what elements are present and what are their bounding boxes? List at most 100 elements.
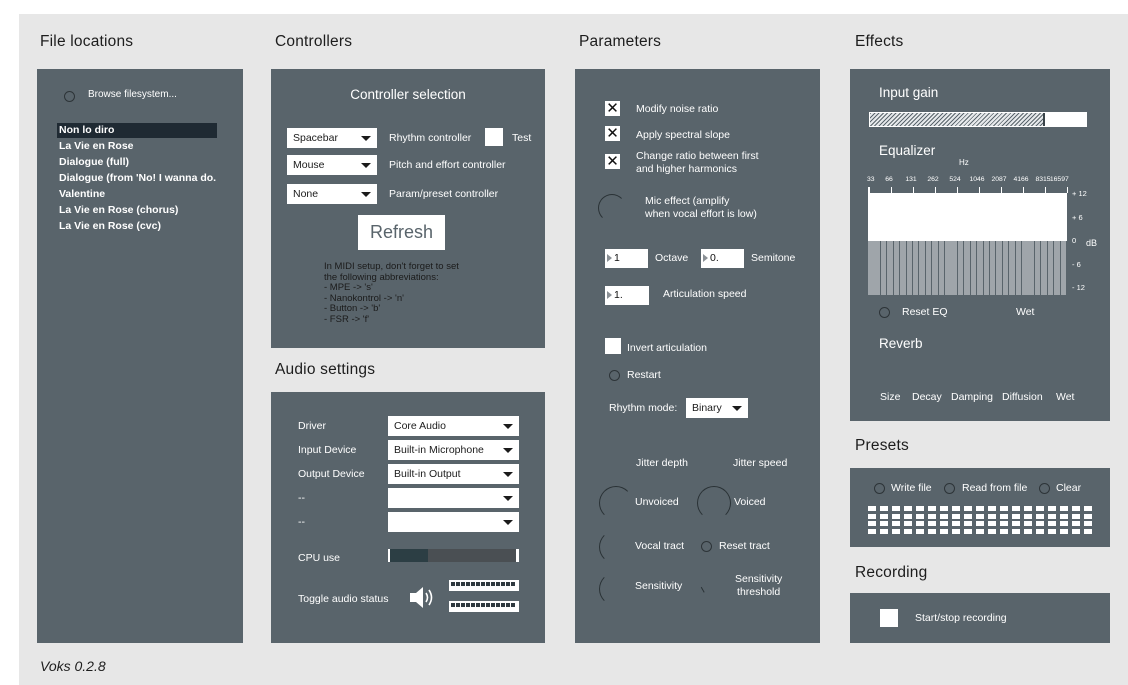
input-device-dropdown[interactable]: Built-in Microphone (388, 440, 519, 460)
eq-band[interactable] (983, 241, 990, 295)
preset-slot[interactable] (940, 528, 948, 534)
preset-slot[interactable] (1024, 513, 1032, 519)
restart-radio[interactable] (609, 370, 620, 381)
preset-slot[interactable] (1024, 506, 1032, 511)
eq-band[interactable] (989, 241, 996, 295)
eq-band[interactable] (906, 241, 913, 295)
extra-setting-dropdown[interactable] (388, 512, 519, 532)
eq-band[interactable] (977, 241, 983, 295)
eq-band[interactable] (951, 241, 957, 295)
preset-slot[interactable] (1000, 506, 1008, 511)
preset-slot[interactable] (952, 513, 960, 519)
eq-band[interactable] (932, 241, 938, 295)
preset-slot[interactable] (892, 528, 900, 534)
preset-slot[interactable] (880, 513, 888, 519)
eq-band[interactable] (1009, 241, 1015, 295)
preset-slot[interactable] (1084, 506, 1092, 511)
preset-slot[interactable] (964, 506, 972, 511)
preset-slot[interactable] (988, 521, 996, 526)
articulation-speed-input[interactable]: 1. (605, 286, 649, 305)
eq-band[interactable] (1047, 241, 1054, 295)
preset-slot[interactable] (1000, 528, 1008, 534)
preset-slot[interactable] (880, 521, 888, 526)
preset-slot[interactable] (928, 506, 936, 511)
preset-slot[interactable] (880, 506, 888, 511)
preset-slot[interactable] (928, 513, 936, 519)
reset-tract-radio[interactable] (701, 541, 712, 552)
param-controller-dropdown[interactable]: None (287, 184, 377, 204)
refresh-button[interactable]: Refresh (358, 215, 445, 250)
preset-slot[interactable] (1024, 521, 1032, 526)
preset-slot[interactable] (976, 528, 984, 534)
eq-band[interactable] (919, 241, 925, 295)
preset-slot[interactable] (952, 528, 960, 534)
preset-slot[interactable] (1012, 513, 1020, 519)
preset-slot[interactable] (952, 506, 960, 511)
preset-slot[interactable] (1060, 506, 1068, 511)
preset-slot[interactable] (1060, 513, 1068, 519)
eq-band[interactable] (912, 241, 919, 295)
preset-slot[interactable] (1036, 528, 1044, 534)
preset-slot[interactable] (880, 528, 888, 534)
preset-slot[interactable] (916, 521, 924, 526)
preset-slot[interactable] (1000, 521, 1008, 526)
eq-band[interactable] (1041, 241, 1047, 295)
sensitivity-threshold-dial[interactable] (700, 585, 708, 593)
preset-slot[interactable] (1084, 528, 1092, 534)
eq-band[interactable] (1015, 241, 1022, 295)
file-list-item[interactable]: La Vie en Rose (59, 139, 134, 154)
output-device-dropdown[interactable]: Built-in Output (388, 464, 519, 484)
eq-band[interactable] (945, 241, 951, 295)
browse-filesystem-label[interactable]: Browse filesystem... (88, 89, 177, 100)
eq-band[interactable] (957, 241, 964, 295)
reset-eq-radio[interactable] (879, 307, 890, 318)
preset-slot[interactable] (988, 513, 996, 519)
preset-slot[interactable] (1012, 521, 1020, 526)
preset-slot[interactable] (868, 513, 876, 519)
preset-slot[interactable] (892, 513, 900, 519)
sensitivity-dial[interactable] (599, 572, 633, 606)
eq-band[interactable] (1028, 241, 1034, 295)
preset-slot[interactable] (868, 506, 876, 511)
spectral-slope-checkbox[interactable]: ✕ (605, 126, 620, 141)
preset-slot[interactable] (916, 506, 924, 511)
preset-slot[interactable] (1012, 528, 1020, 534)
test-checkbox[interactable] (485, 128, 503, 146)
preset-slot[interactable] (1072, 521, 1080, 526)
preset-slot[interactable] (916, 513, 924, 519)
preset-slot[interactable] (928, 528, 936, 534)
preset-slot[interactable] (1048, 506, 1056, 511)
preset-slot[interactable] (1072, 506, 1080, 511)
preset-slot[interactable] (1084, 521, 1092, 526)
preset-slot[interactable] (988, 528, 996, 534)
eq-band[interactable] (1002, 241, 1009, 295)
invert-articulation-checkbox[interactable] (605, 338, 621, 354)
preset-slot[interactable] (904, 513, 912, 519)
preset-slot[interactable] (1048, 528, 1056, 534)
voiced-dial[interactable] (697, 486, 731, 520)
preset-slot[interactable] (940, 521, 948, 526)
rhythm-controller-dropdown[interactable]: Spacebar (287, 128, 377, 148)
eq-band[interactable] (900, 241, 906, 295)
extra-setting-dropdown[interactable] (388, 488, 519, 508)
preset-slot[interactable] (868, 521, 876, 526)
preset-slot[interactable] (1072, 528, 1080, 534)
preset-slot[interactable] (904, 506, 912, 511)
preset-slot[interactable] (976, 506, 984, 511)
eq-band[interactable] (868, 241, 874, 295)
eq-band[interactable] (1054, 241, 1060, 295)
vocal-tract-dial[interactable] (599, 530, 633, 564)
preset-slot[interactable] (964, 528, 972, 534)
eq-band[interactable] (1034, 241, 1041, 295)
clear-radio[interactable] (1039, 483, 1050, 494)
unvoiced-dial[interactable] (599, 486, 633, 520)
eq-band[interactable] (970, 241, 977, 295)
preset-slot[interactable] (904, 521, 912, 526)
preset-slot[interactable] (868, 528, 876, 534)
file-list-item[interactable]: Non lo diro (57, 123, 217, 138)
input-gain-slider[interactable] (869, 112, 1087, 127)
record-checkbox[interactable] (880, 609, 898, 627)
octave-number-input[interactable]: 1 (605, 249, 648, 268)
file-list-item[interactable]: Dialogue (full) (59, 155, 129, 170)
mic-effect-dial[interactable] (598, 194, 626, 222)
